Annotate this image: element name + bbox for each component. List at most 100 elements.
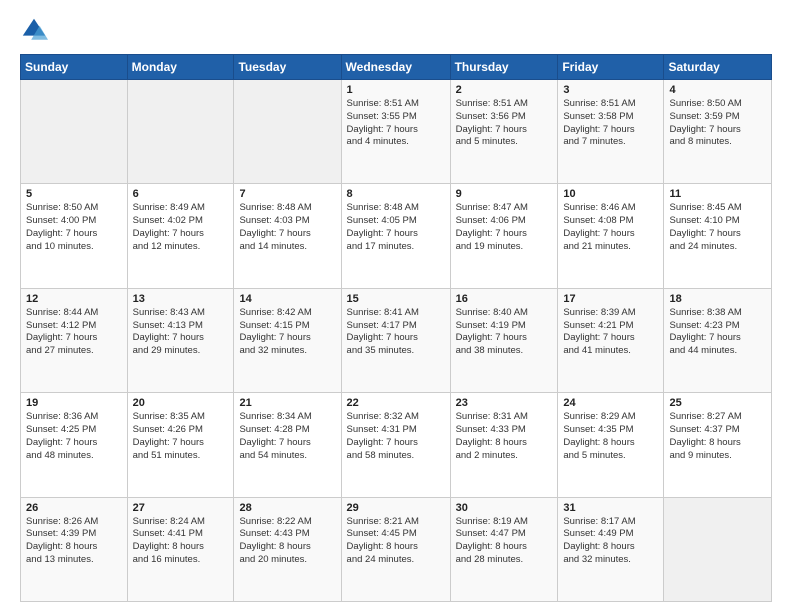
calendar-cell: 25 Sunrise: 8:27 AM Sunset: 4:37 PM Dayli… <box>664 393 772 497</box>
day-number: 18 <box>669 293 766 305</box>
day-number: 28 <box>239 502 335 514</box>
day-info: Sunrise: 8:47 AM Sunset: 4:06 PM Dayligh… <box>456 202 553 253</box>
day-info: Sunrise: 8:45 AM Sunset: 4:10 PM Dayligh… <box>669 202 766 253</box>
calendar-cell: 27 Sunrise: 8:24 AM Sunset: 4:41 PM Dayli… <box>127 497 234 601</box>
day-number: 13 <box>133 293 229 305</box>
weekday-header-friday: Friday <box>558 55 664 80</box>
day-info: Sunrise: 8:36 AM Sunset: 4:25 PM Dayligh… <box>26 411 122 462</box>
page: SundayMondayTuesdayWednesdayThursdayFrid… <box>0 0 792 612</box>
day-info: Sunrise: 8:40 AM Sunset: 4:19 PM Dayligh… <box>456 307 553 358</box>
week-row-3: 12 Sunrise: 8:44 AM Sunset: 4:12 PM Dayli… <box>21 288 772 392</box>
day-number: 26 <box>26 502 122 514</box>
day-info: Sunrise: 8:42 AM Sunset: 4:15 PM Dayligh… <box>239 307 335 358</box>
day-number: 5 <box>26 188 122 200</box>
calendar-cell: 1 Sunrise: 8:51 AM Sunset: 3:55 PM Daylig… <box>341 80 450 184</box>
calendar-cell: 16 Sunrise: 8:40 AM Sunset: 4:19 PM Dayli… <box>450 288 558 392</box>
day-number: 21 <box>239 397 335 409</box>
day-info: Sunrise: 8:32 AM Sunset: 4:31 PM Dayligh… <box>347 411 445 462</box>
calendar-cell <box>234 80 341 184</box>
calendar-cell <box>127 80 234 184</box>
calendar-cell: 21 Sunrise: 8:34 AM Sunset: 4:28 PM Dayli… <box>234 393 341 497</box>
weekday-header-tuesday: Tuesday <box>234 55 341 80</box>
day-info: Sunrise: 8:34 AM Sunset: 4:28 PM Dayligh… <box>239 411 335 462</box>
day-info: Sunrise: 8:44 AM Sunset: 4:12 PM Dayligh… <box>26 307 122 358</box>
day-info: Sunrise: 8:17 AM Sunset: 4:49 PM Dayligh… <box>563 516 658 567</box>
day-number: 27 <box>133 502 229 514</box>
calendar-cell: 7 Sunrise: 8:48 AM Sunset: 4:03 PM Daylig… <box>234 184 341 288</box>
day-info: Sunrise: 8:24 AM Sunset: 4:41 PM Dayligh… <box>133 516 229 567</box>
logo <box>20 16 52 44</box>
calendar-cell: 6 Sunrise: 8:49 AM Sunset: 4:02 PM Daylig… <box>127 184 234 288</box>
day-number: 15 <box>347 293 445 305</box>
header <box>20 16 772 44</box>
day-info: Sunrise: 8:26 AM Sunset: 4:39 PM Dayligh… <box>26 516 122 567</box>
day-number: 25 <box>669 397 766 409</box>
day-number: 20 <box>133 397 229 409</box>
day-info: Sunrise: 8:51 AM Sunset: 3:56 PM Dayligh… <box>456 98 553 149</box>
day-number: 4 <box>669 84 766 96</box>
day-number: 6 <box>133 188 229 200</box>
day-number: 30 <box>456 502 553 514</box>
calendar-cell: 26 Sunrise: 8:26 AM Sunset: 4:39 PM Dayli… <box>21 497 128 601</box>
day-number: 7 <box>239 188 335 200</box>
week-row-4: 19 Sunrise: 8:36 AM Sunset: 4:25 PM Dayli… <box>21 393 772 497</box>
day-info: Sunrise: 8:31 AM Sunset: 4:33 PM Dayligh… <box>456 411 553 462</box>
day-info: Sunrise: 8:51 AM Sunset: 3:55 PM Dayligh… <box>347 98 445 149</box>
calendar-cell: 10Sunrise: 8:46 AM Sunset: 4:08 PM Dayli… <box>558 184 664 288</box>
day-number: 2 <box>456 84 553 96</box>
calendar-cell: 11 Sunrise: 8:45 AM Sunset: 4:10 PM Dayli… <box>664 184 772 288</box>
calendar-cell: 15 Sunrise: 8:41 AM Sunset: 4:17 PM Dayli… <box>341 288 450 392</box>
day-number: 19 <box>26 397 122 409</box>
day-info: Sunrise: 8:43 AM Sunset: 4:13 PM Dayligh… <box>133 307 229 358</box>
weekday-header-row: SundayMondayTuesdayWednesdayThursdayFrid… <box>21 55 772 80</box>
calendar-header: SundayMondayTuesdayWednesdayThursdayFrid… <box>21 55 772 80</box>
day-info: Sunrise: 8:29 AM Sunset: 4:35 PM Dayligh… <box>563 411 658 462</box>
calendar-cell: 19 Sunrise: 8:36 AM Sunset: 4:25 PM Dayli… <box>21 393 128 497</box>
day-number: 17 <box>563 293 658 305</box>
day-number: 10 <box>563 188 658 200</box>
day-number: 24 <box>563 397 658 409</box>
day-info: Sunrise: 8:38 AM Sunset: 4:23 PM Dayligh… <box>669 307 766 358</box>
day-info: Sunrise: 8:19 AM Sunset: 4:47 PM Dayligh… <box>456 516 553 567</box>
day-number: 11 <box>669 188 766 200</box>
day-info: Sunrise: 8:51 AM Sunset: 3:58 PM Dayligh… <box>563 98 658 149</box>
calendar-cell: 9 Sunrise: 8:47 AM Sunset: 4:06 PM Daylig… <box>450 184 558 288</box>
calendar-cell: 30 Sunrise: 8:19 AM Sunset: 4:47 PM Dayli… <box>450 497 558 601</box>
calendar-cell: 2 Sunrise: 8:51 AM Sunset: 3:56 PM Daylig… <box>450 80 558 184</box>
day-number: 23 <box>456 397 553 409</box>
day-number: 8 <box>347 188 445 200</box>
calendar-cell: 3Sunrise: 8:51 AM Sunset: 3:58 PM Daylig… <box>558 80 664 184</box>
weekday-header-saturday: Saturday <box>664 55 772 80</box>
day-info: Sunrise: 8:39 AM Sunset: 4:21 PM Dayligh… <box>563 307 658 358</box>
calendar-cell: 14Sunrise: 8:42 AM Sunset: 4:15 PM Dayli… <box>234 288 341 392</box>
week-row-1: 1 Sunrise: 8:51 AM Sunset: 3:55 PM Daylig… <box>21 80 772 184</box>
logo-icon <box>20 16 48 44</box>
calendar-cell: 12 Sunrise: 8:44 AM Sunset: 4:12 PM Dayli… <box>21 288 128 392</box>
day-number: 1 <box>347 84 445 96</box>
day-info: Sunrise: 8:41 AM Sunset: 4:17 PM Dayligh… <box>347 307 445 358</box>
day-info: Sunrise: 8:27 AM Sunset: 4:37 PM Dayligh… <box>669 411 766 462</box>
weekday-header-thursday: Thursday <box>450 55 558 80</box>
day-info: Sunrise: 8:21 AM Sunset: 4:45 PM Dayligh… <box>347 516 445 567</box>
calendar-cell <box>664 497 772 601</box>
day-info: Sunrise: 8:48 AM Sunset: 4:03 PM Dayligh… <box>239 202 335 253</box>
calendar-cell: 20Sunrise: 8:35 AM Sunset: 4:26 PM Dayli… <box>127 393 234 497</box>
day-number: 16 <box>456 293 553 305</box>
calendar-cell: 5 Sunrise: 8:50 AM Sunset: 4:00 PM Daylig… <box>21 184 128 288</box>
calendar-cell: 24 Sunrise: 8:29 AM Sunset: 4:35 PM Dayli… <box>558 393 664 497</box>
day-info: Sunrise: 8:49 AM Sunset: 4:02 PM Dayligh… <box>133 202 229 253</box>
day-info: Sunrise: 8:48 AM Sunset: 4:05 PM Dayligh… <box>347 202 445 253</box>
calendar-cell: 17 Sunrise: 8:39 AM Sunset: 4:21 PM Dayli… <box>558 288 664 392</box>
day-info: Sunrise: 8:50 AM Sunset: 4:00 PM Dayligh… <box>26 202 122 253</box>
day-number: 29 <box>347 502 445 514</box>
weekday-header-wednesday: Wednesday <box>341 55 450 80</box>
day-number: 31 <box>563 502 658 514</box>
day-number: 12 <box>26 293 122 305</box>
calendar-cell: 23 Sunrise: 8:31 AM Sunset: 4:33 PM Dayli… <box>450 393 558 497</box>
calendar-cell: 8 Sunrise: 8:48 AM Sunset: 4:05 PM Daylig… <box>341 184 450 288</box>
day-number: 9 <box>456 188 553 200</box>
day-number: 22 <box>347 397 445 409</box>
calendar-cell: 4Sunrise: 8:50 AM Sunset: 3:59 PM Daylig… <box>664 80 772 184</box>
calendar-cell: 29 Sunrise: 8:21 AM Sunset: 4:45 PM Dayli… <box>341 497 450 601</box>
calendar-cell <box>21 80 128 184</box>
